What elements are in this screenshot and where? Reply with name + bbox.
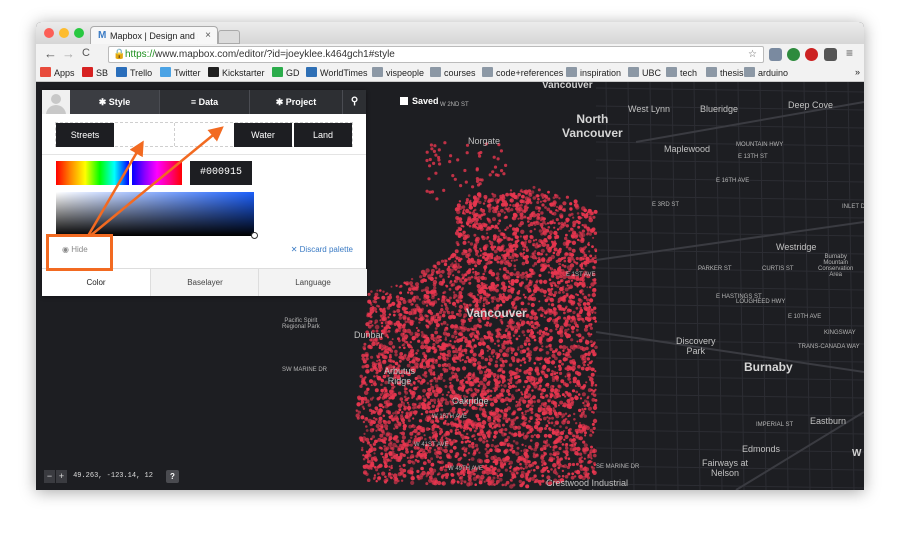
arrow-to-blank-swatch-2 bbox=[89, 126, 224, 237]
annotation-arrows bbox=[86, 126, 224, 237]
arrow-to-blank-swatch-1 bbox=[86, 140, 144, 237]
